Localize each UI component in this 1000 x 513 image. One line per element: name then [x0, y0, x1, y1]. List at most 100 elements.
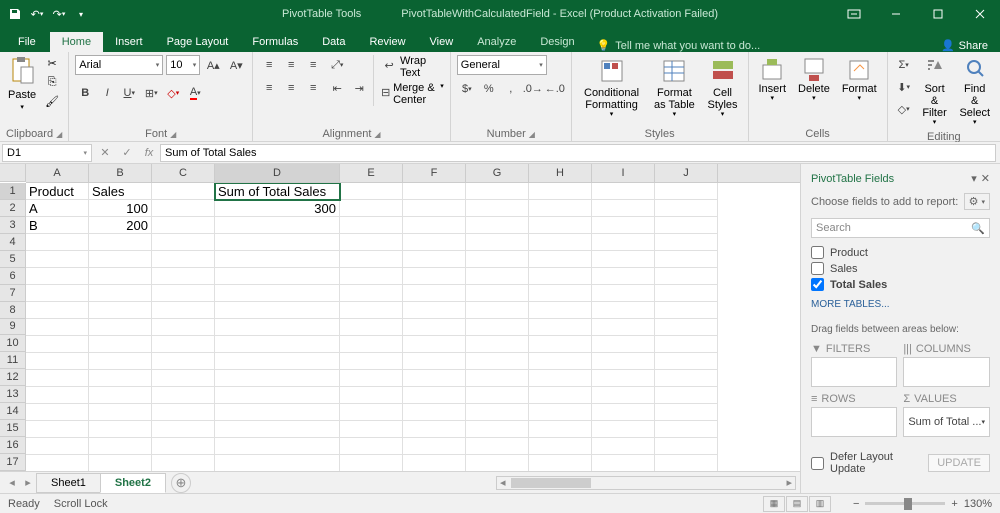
font-launcher-icon[interactable]: ◢: [170, 130, 176, 139]
col-E[interactable]: E: [340, 164, 403, 182]
row-11[interactable]: 11: [0, 352, 26, 369]
cell-grid[interactable]: ProductSalesSum of Total SalesA100300B20…: [26, 183, 800, 471]
enter-formula-icon[interactable]: ✓: [116, 143, 138, 163]
panel-close-icon[interactable]: ✕: [981, 172, 990, 185]
sheet-nav-prev-icon[interactable]: ◂: [4, 475, 20, 491]
new-sheet-button[interactable]: ⊕: [171, 473, 191, 493]
scroll-right-icon[interactable]: ▸: [783, 476, 795, 489]
sheet-nav-next-icon[interactable]: ▸: [20, 475, 36, 491]
tab-home[interactable]: Home: [50, 32, 103, 52]
format-cells-button[interactable]: Format▾: [838, 55, 881, 105]
align-center-icon[interactable]: ≡: [281, 78, 301, 98]
row-3[interactable]: 3: [0, 217, 26, 234]
row-17[interactable]: 17: [0, 454, 26, 471]
orientation-icon[interactable]: ⤢▾: [327, 55, 347, 75]
cell-styles-button[interactable]: Cell Styles▾: [704, 55, 742, 121]
number-launcher-icon[interactable]: ◢: [529, 130, 535, 139]
row-6[interactable]: 6: [0, 268, 26, 285]
cell-B3[interactable]: 200: [89, 217, 152, 234]
align-left-icon[interactable]: ≡: [259, 78, 279, 98]
more-tables-link[interactable]: MORE TABLES...: [811, 299, 990, 310]
redo-icon[interactable]: ↷▾: [52, 7, 66, 21]
field-sales-checkbox[interactable]: [811, 262, 824, 275]
col-B[interactable]: B: [89, 164, 152, 182]
panel-dropdown-icon[interactable]: ▾: [971, 172, 977, 185]
cell-A2[interactable]: A: [26, 200, 89, 217]
tab-design[interactable]: Design: [528, 32, 586, 52]
clipboard-launcher-icon[interactable]: ◢: [56, 130, 62, 139]
tab-data[interactable]: Data: [310, 32, 357, 52]
border-button[interactable]: ⊞▾: [141, 83, 161, 103]
save-icon[interactable]: [8, 7, 22, 21]
row-14[interactable]: 14: [0, 403, 26, 420]
underline-button[interactable]: U▾: [119, 83, 139, 103]
decrease-font-icon[interactable]: A▾: [226, 55, 246, 75]
col-G[interactable]: G: [466, 164, 529, 182]
tab-view[interactable]: View: [418, 32, 466, 52]
align-middle-icon[interactable]: ≡: [281, 55, 301, 75]
copy-icon[interactable]: ⎘: [44, 74, 60, 90]
field-search-input[interactable]: Search🔍: [811, 218, 990, 238]
percent-format-icon[interactable]: %: [479, 79, 499, 99]
col-A[interactable]: A: [26, 164, 89, 182]
row-7[interactable]: 7: [0, 285, 26, 302]
sort-filter-button[interactable]: Sort & Filter▾: [918, 55, 952, 129]
col-H[interactable]: H: [529, 164, 592, 182]
autosum-icon[interactable]: Σ▾: [894, 55, 914, 75]
italic-button[interactable]: I: [97, 83, 117, 103]
row-5[interactable]: 5: [0, 251, 26, 268]
merge-center-button[interactable]: ⊟Merge & Center▾: [380, 82, 444, 106]
tab-analyze[interactable]: Analyze: [465, 32, 528, 52]
fill-down-icon[interactable]: ⬇▾: [894, 77, 914, 97]
formula-input[interactable]: Sum of Total Sales: [160, 144, 996, 162]
insert-cells-button[interactable]: Insert▾: [755, 55, 791, 105]
zoom-in-icon[interactable]: +: [951, 498, 957, 510]
share-button[interactable]: 👤Share: [941, 39, 988, 52]
sheet-tab-sheet2[interactable]: Sheet2: [100, 473, 166, 493]
zoom-out-icon[interactable]: −: [853, 498, 859, 510]
row-10[interactable]: 10: [0, 335, 26, 352]
align-bottom-icon[interactable]: ≡: [303, 55, 323, 75]
cut-icon[interactable]: ✂: [44, 55, 60, 71]
filters-area[interactable]: [811, 357, 897, 387]
ribbon-options-icon[interactable]: [834, 0, 874, 28]
field-product-checkbox[interactable]: [811, 246, 824, 259]
row-4[interactable]: 4: [0, 234, 26, 251]
find-select-button[interactable]: Find & Select▾: [955, 55, 994, 129]
align-top-icon[interactable]: ≡: [259, 55, 279, 75]
row-8[interactable]: 8: [0, 302, 26, 319]
tab-file[interactable]: File: [4, 32, 50, 52]
field-total-sales[interactable]: Total Sales: [811, 278, 990, 291]
columns-area[interactable]: [903, 357, 990, 387]
field-total-checkbox[interactable]: [811, 278, 824, 291]
conditional-formatting-button[interactable]: Conditional Formatting▾: [578, 55, 645, 121]
decrease-decimal-icon[interactable]: ←.0: [545, 79, 565, 99]
scroll-left-icon[interactable]: ◂: [497, 476, 509, 489]
format-as-table-button[interactable]: Format as Table▾: [649, 55, 699, 121]
font-size-combo[interactable]: 10▾: [166, 55, 200, 75]
col-C[interactable]: C: [152, 164, 215, 182]
col-I[interactable]: I: [592, 164, 655, 182]
tell-me-search[interactable]: 💡Tell me what you want to do...: [597, 39, 761, 52]
tab-review[interactable]: Review: [357, 32, 417, 52]
field-product[interactable]: Product: [811, 246, 990, 259]
fill-color-button[interactable]: ◇▾: [163, 83, 183, 103]
horizontal-scrollbar[interactable]: ◂▸: [496, 476, 796, 490]
maximize-icon[interactable]: [918, 0, 958, 28]
zoom-slider[interactable]: [865, 502, 945, 505]
field-sales[interactable]: Sales: [811, 262, 990, 275]
delete-cells-button[interactable]: Delete▾: [794, 55, 834, 105]
cell-A3[interactable]: B: [26, 217, 89, 234]
tab-insert[interactable]: Insert: [103, 32, 155, 52]
page-break-view-icon[interactable]: ▥: [809, 496, 831, 512]
font-color-button[interactable]: A▾: [185, 83, 205, 103]
col-J[interactable]: J: [655, 164, 718, 182]
panel-gear-button[interactable]: ⚙▾: [964, 193, 990, 210]
sheet-tab-sheet1[interactable]: Sheet1: [36, 473, 101, 493]
tab-page-layout[interactable]: Page Layout: [155, 32, 241, 52]
row-13[interactable]: 13: [0, 386, 26, 403]
paste-button[interactable]: Paste▾: [6, 55, 38, 113]
cell-D2[interactable]: 300: [215, 200, 340, 217]
scroll-thumb[interactable]: [511, 478, 591, 488]
cell-A1[interactable]: Product: [26, 183, 89, 200]
